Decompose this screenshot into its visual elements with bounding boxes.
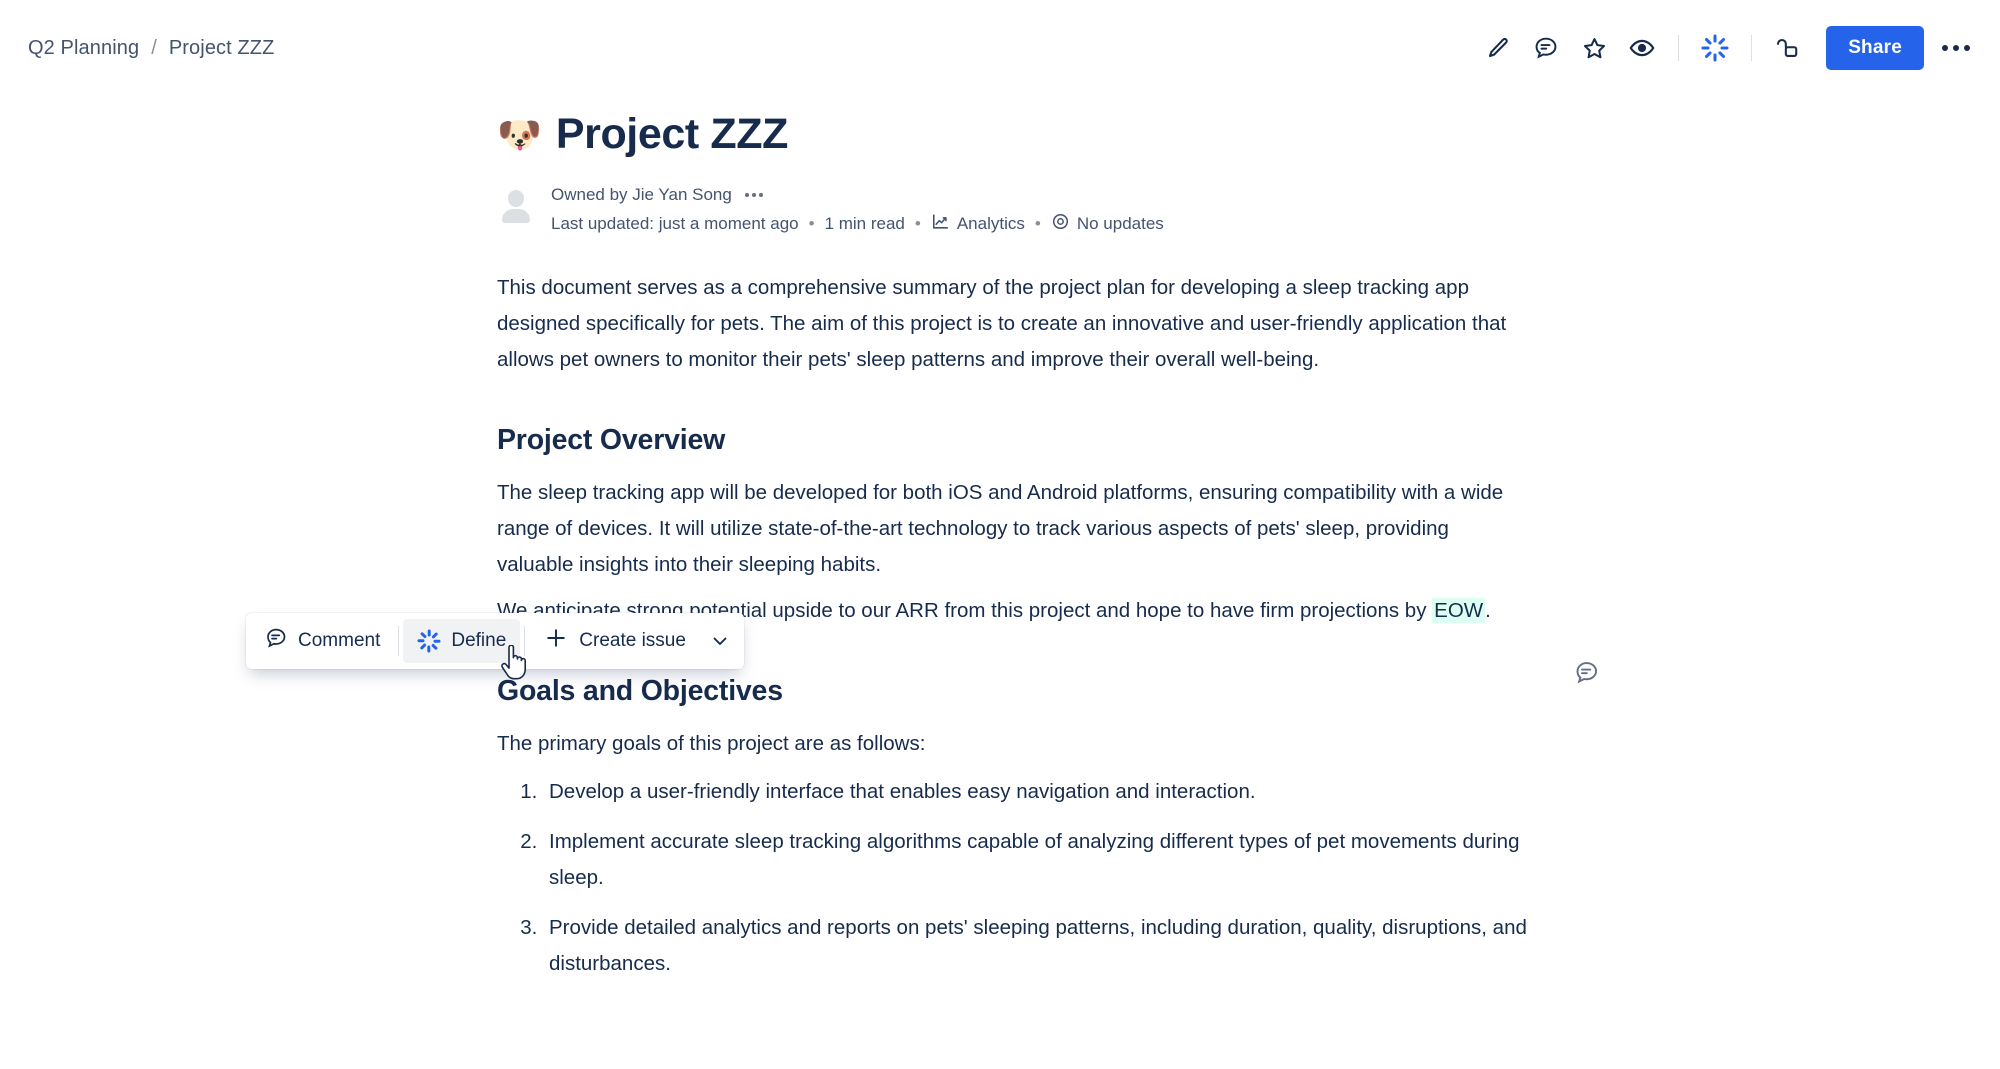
inline-comment-icon[interactable] [1566, 652, 1606, 692]
analytics-label: Analytics [956, 214, 1025, 233]
plus-icon [543, 625, 569, 657]
heading-project-overview: Project Overview [497, 424, 726, 456]
list-item: Implement accurate sleep tracking algori… [543, 824, 1527, 896]
byline-owner-line: Owned by Jie Yan Song [551, 185, 1164, 205]
define-action-label: Define [451, 630, 507, 651]
byline-text: Owned by Jie Yan Song Last updated: just… [551, 183, 1164, 236]
analytics-link[interactable]: Analytics [931, 212, 1025, 236]
star-icon[interactable] [1572, 26, 1616, 70]
share-button[interactable]: Share [1826, 26, 1924, 70]
document-content: 🐶 Project ZZZ Owned by Jie Yan Song Last… [497, 96, 1597, 982]
avatar-body [502, 209, 530, 223]
watch-eye-icon[interactable] [1620, 26, 1664, 70]
analytics-chart-icon [931, 212, 950, 236]
breadcrumb-separator: / [151, 36, 157, 59]
chevron-down-icon[interactable] [700, 619, 740, 663]
goals-list: Develop a user-friendly interface that e… [497, 774, 1527, 982]
edit-pencil-icon[interactable] [1476, 26, 1520, 70]
last-updated: Last updated: just a moment ago [551, 214, 799, 233]
page-actions-toolbar: Share [1476, 26, 1978, 70]
heading-goals-objectives: Goals and Objectives [497, 675, 783, 707]
updates-status[interactable]: No updates [1051, 212, 1164, 236]
list-item: Provide detailed analytics and reports o… [543, 910, 1527, 982]
comment-action-label: Comment [298, 630, 381, 651]
paragraph-intro: This document serves as a comprehensive … [497, 276, 1507, 371]
define-action-button[interactable]: Define [403, 619, 521, 663]
floating-toolbar-divider-1 [398, 626, 400, 656]
paragraph-overview: The sleep tracking app will be developed… [497, 481, 1504, 576]
updates-label: No updates [1076, 214, 1164, 233]
meta-bullet-2: • [914, 214, 921, 233]
ellipsis-icon [1942, 45, 1970, 51]
ai-sparkle-icon[interactable] [1693, 26, 1737, 70]
list-item: Develop a user-friendly interface that e… [543, 774, 1527, 810]
arr-text-after: . [1485, 599, 1491, 622]
avatar-head [508, 190, 524, 207]
byline-more-icon[interactable] [742, 191, 766, 199]
dog-face-emoji[interactable]: 🐶 [497, 116, 542, 153]
meta-bullet-1: • [808, 214, 815, 233]
page-title: Project ZZZ [555, 110, 789, 158]
comment-icon[interactable] [1524, 26, 1568, 70]
avatar[interactable] [497, 187, 535, 225]
toolbar-divider-1 [1678, 35, 1680, 61]
unlock-icon[interactable] [1766, 26, 1810, 70]
paragraph-goals-intro: The primary goals of this project are as… [497, 732, 926, 755]
byline-meta-line: Last updated: just a moment ago • 1 min … [551, 212, 1164, 236]
comment-action-button[interactable]: Comment [250, 619, 394, 663]
create-issue-action-button[interactable]: Create issue [529, 619, 700, 663]
create-issue-action-label: Create issue [579, 630, 686, 651]
page-owner[interactable]: Owned by Jie Yan Song [551, 185, 732, 205]
ai-sparkle-icon [417, 629, 441, 653]
byline: Owned by Jie Yan Song Last updated: just… [497, 183, 1527, 236]
selection-floating-toolbar: Comment Define Create issue [246, 613, 744, 669]
meta-bullet-3: • [1034, 214, 1041, 233]
read-time: 1 min read [824, 214, 905, 233]
floating-toolbar-divider-2 [524, 626, 526, 656]
target-circle-icon [1051, 212, 1070, 236]
page-title-row: 🐶 Project ZZZ [497, 110, 1527, 159]
toolbar-divider-2 [1751, 35, 1753, 61]
top-bar: Q2 Planning / Project ZZZ Share [0, 0, 2000, 96]
breadcrumb-page[interactable]: Project ZZZ [169, 37, 275, 60]
sparkle-glyph [1701, 34, 1729, 62]
eow-highlighted-term[interactable]: EOW [1432, 598, 1486, 623]
breadcrumb-space[interactable]: Q2 Planning [28, 37, 139, 60]
document-area: 🐶 Project ZZZ Owned by Jie Yan Song Last… [0, 96, 2000, 1069]
comment-icon [264, 626, 288, 656]
breadcrumb: Q2 Planning / Project ZZZ [28, 37, 274, 60]
more-actions-button[interactable] [1934, 26, 1978, 70]
